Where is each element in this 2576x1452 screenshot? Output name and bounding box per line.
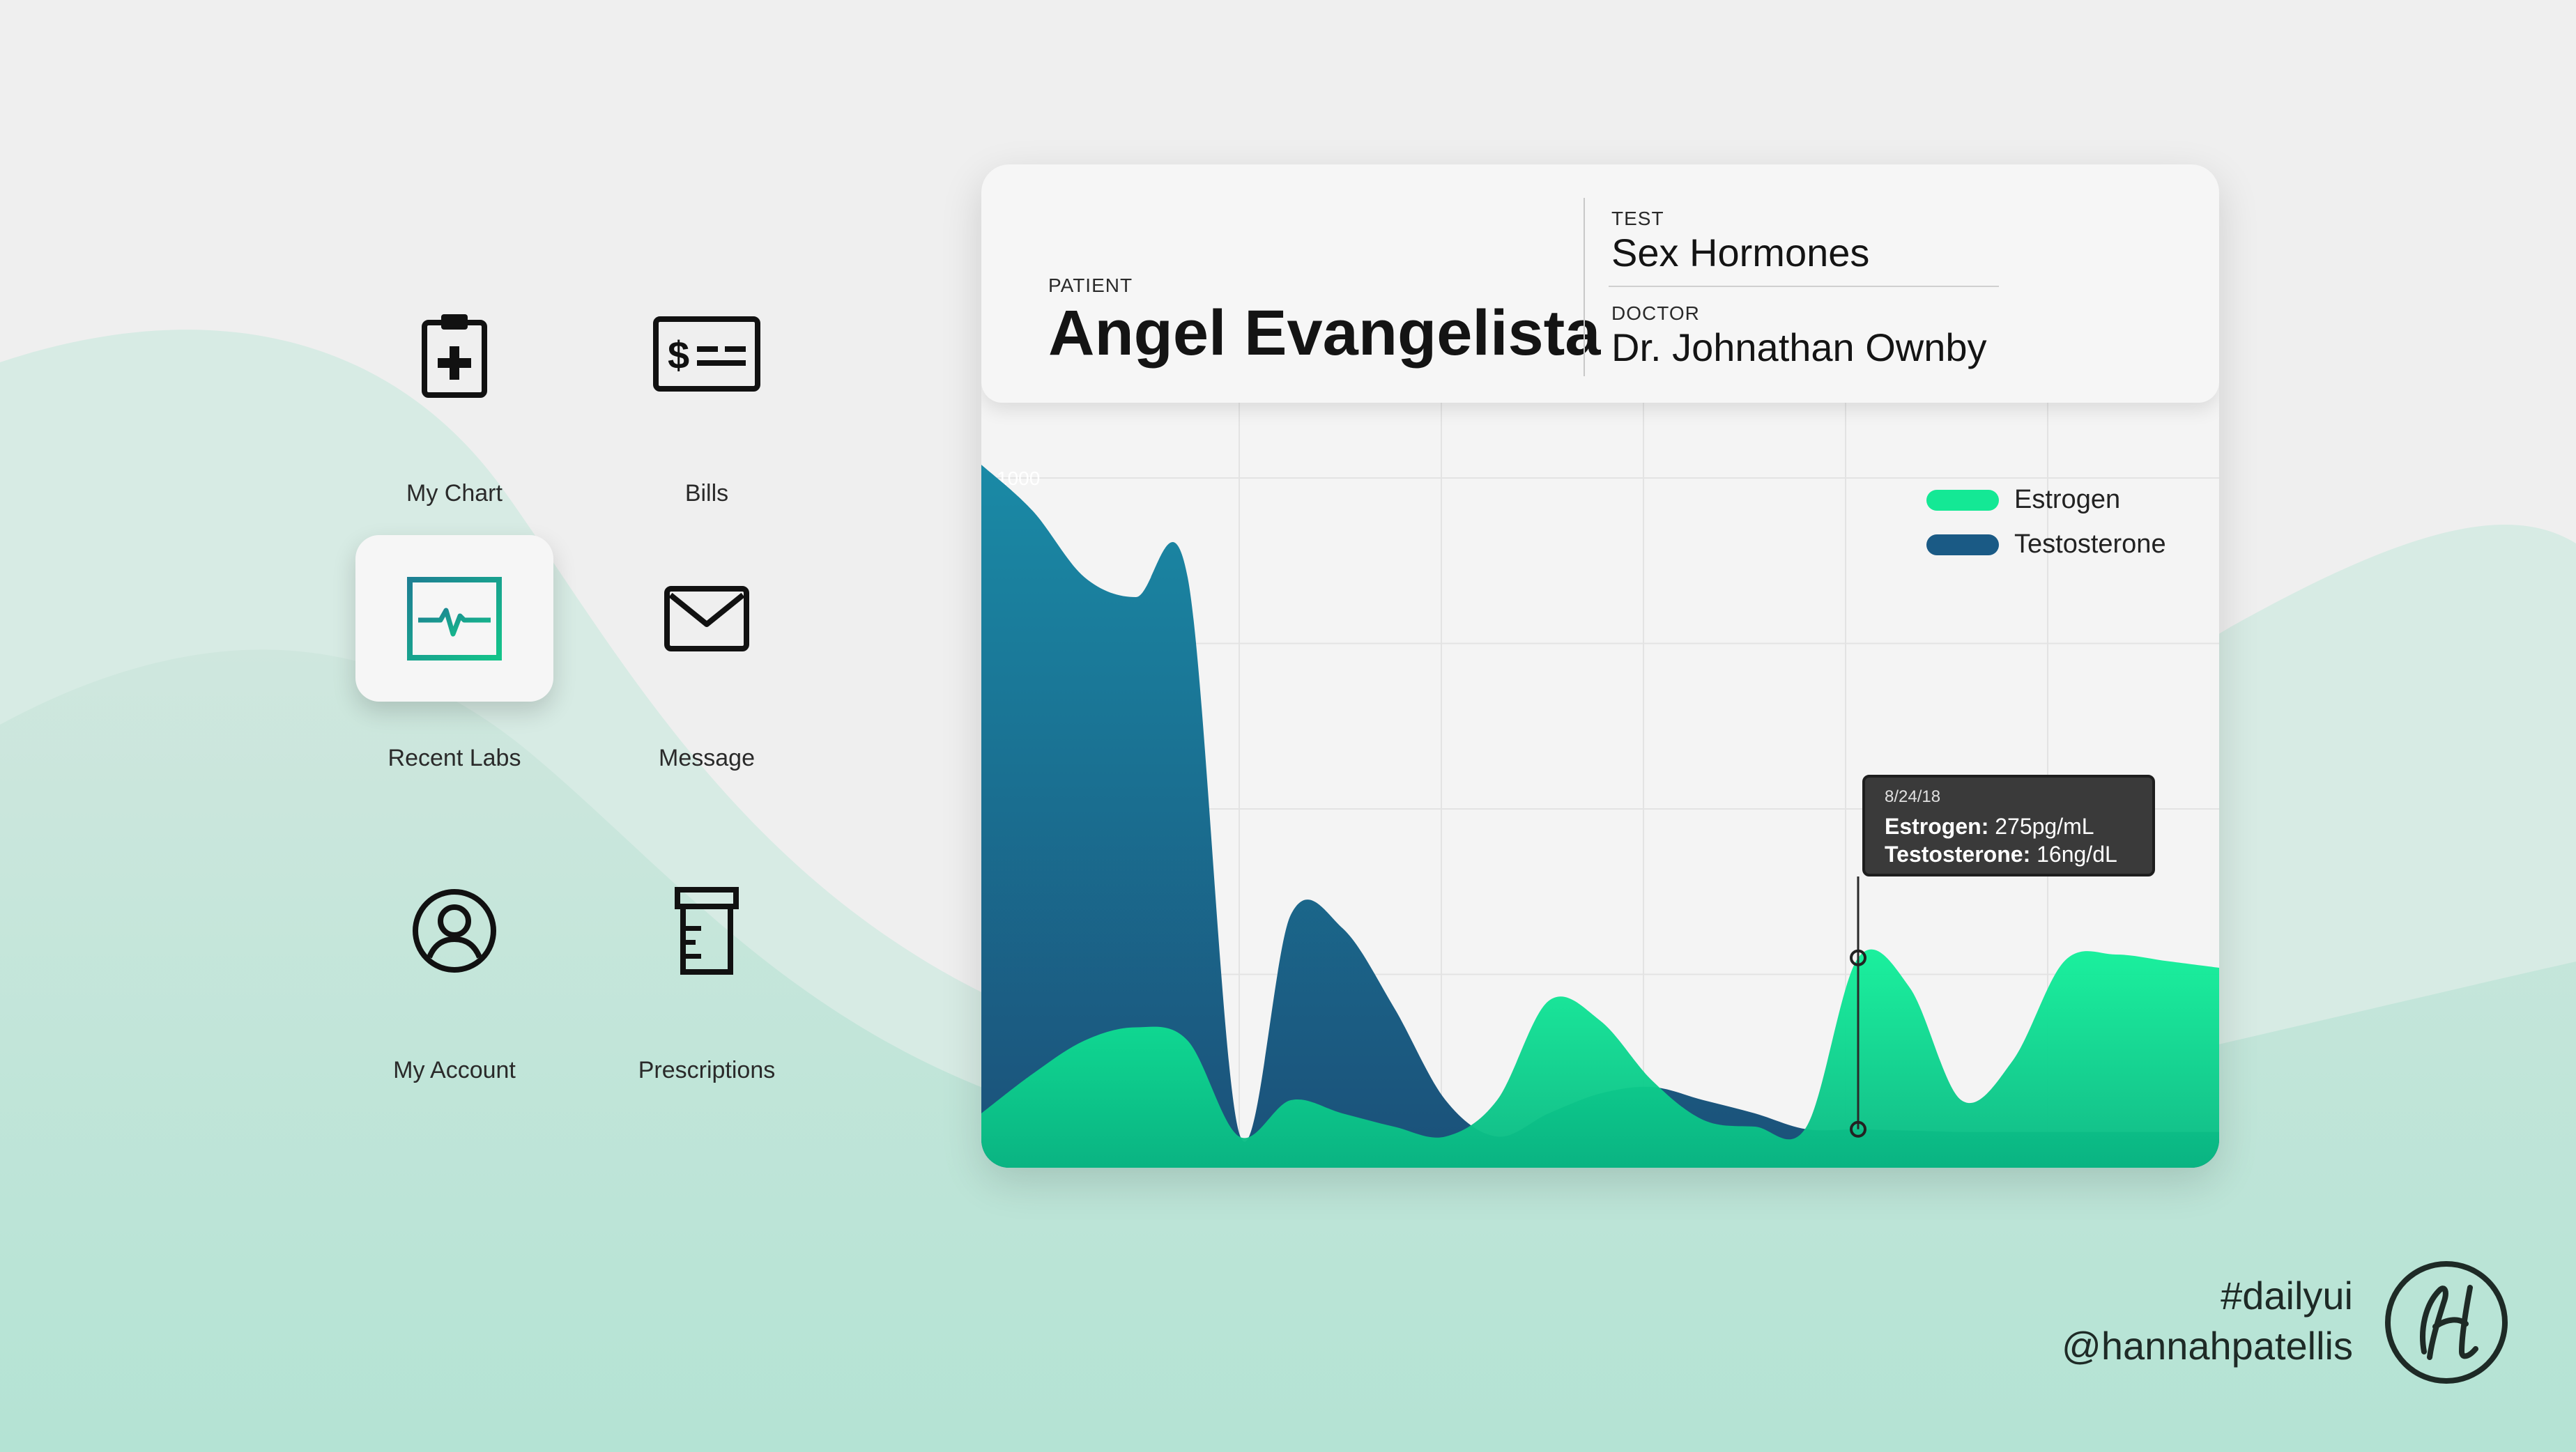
- nav-label: My Chart: [406, 480, 503, 507]
- tooltip-testosterone: Testosterone: 16ng/dL: [1885, 840, 2133, 868]
- lab-results-card: PATIENT Angel Evangelista TEST Sex Hormo…: [981, 164, 2219, 1168]
- nav-item-prescriptions[interactable]: Prescriptions: [581, 833, 832, 1084]
- svg-text:$: $: [668, 333, 689, 377]
- legend-testosterone: Testosterone: [1926, 530, 2166, 559]
- author-handle: @hannahpatellis: [2061, 1324, 2353, 1368]
- doctor-caption: DOCTOR: [1611, 302, 1700, 324]
- tooltip-date: 8/24/18: [1885, 787, 1941, 806]
- header-horizontal-divider: [1609, 286, 1999, 287]
- patient-name: Angel Evangelista: [1048, 298, 1601, 369]
- nav-label: Bills: [684, 480, 729, 507]
- test-caption: TEST: [1611, 208, 1664, 229]
- data-tooltip: 8/24/18 Estrogen: 275pg/mL Testosterone:…: [1862, 775, 2155, 876]
- test-name: Sex Hormones: [1611, 231, 1870, 275]
- tooltip-testosterone-value: 16ng/dL: [2037, 842, 2117, 867]
- bill-dollar-icon: $: [653, 316, 760, 392]
- tooltip-estrogen: Estrogen: 275pg/mL: [1885, 812, 2133, 840]
- legend-label: Estrogen: [2014, 485, 2121, 514]
- legend-estrogen: Estrogen: [1926, 485, 2120, 515]
- nav-item-message[interactable]: Message: [581, 521, 832, 772]
- nav-tile: $: [608, 270, 806, 437]
- nav-tile: [355, 270, 553, 437]
- envelope-icon: [664, 585, 749, 651]
- header-vertical-divider: [1584, 198, 1585, 376]
- pill-bottle-icon: [675, 886, 739, 975]
- branding: #dailyui @hannahpatellis: [2062, 1271, 2353, 1371]
- nav-label: Recent Labs: [388, 745, 521, 771]
- tooltip-estrogen-value: 275pg/mL: [1995, 814, 2094, 839]
- legend-swatch: [1926, 534, 1999, 555]
- user-circle-icon: [413, 888, 496, 973]
- nav-tile: [608, 535, 806, 702]
- nav-item-my-chart[interactable]: My Chart: [329, 256, 580, 507]
- nav-tile: [355, 847, 553, 1014]
- patient-caption: PATIENT: [1048, 275, 1133, 296]
- nav-item-bills[interactable]: $ Bills: [581, 256, 832, 507]
- tooltip-estrogen-label: Estrogen:: [1885, 814, 1989, 839]
- nav-tile-active: [355, 535, 553, 702]
- tooltip-testosterone-label: Testosterone:: [1885, 842, 2031, 867]
- hp-monogram-logo: [2385, 1261, 2508, 1384]
- legend-label: Testosterone: [2014, 530, 2166, 559]
- card-header: PATIENT Angel Evangelista TEST Sex Hormo…: [981, 164, 2219, 403]
- nav-tile: [608, 847, 806, 1014]
- clipboard-medical-icon: [422, 314, 487, 398]
- heartbeat-monitor-icon: [407, 576, 502, 661]
- nav-label: Message: [659, 745, 755, 771]
- legend-swatch: [1926, 489, 1999, 511]
- nav-item-recent-labs[interactable]: Recent Labs: [329, 521, 580, 772]
- nav-label: Prescriptions: [638, 1057, 776, 1083]
- nav-item-my-account[interactable]: My Account: [329, 833, 580, 1084]
- hashtag: #dailyui: [2221, 1274, 2353, 1318]
- doctor-name: Dr. Johnathan Ownby: [1611, 325, 1987, 369]
- nav-label: My Account: [393, 1057, 516, 1083]
